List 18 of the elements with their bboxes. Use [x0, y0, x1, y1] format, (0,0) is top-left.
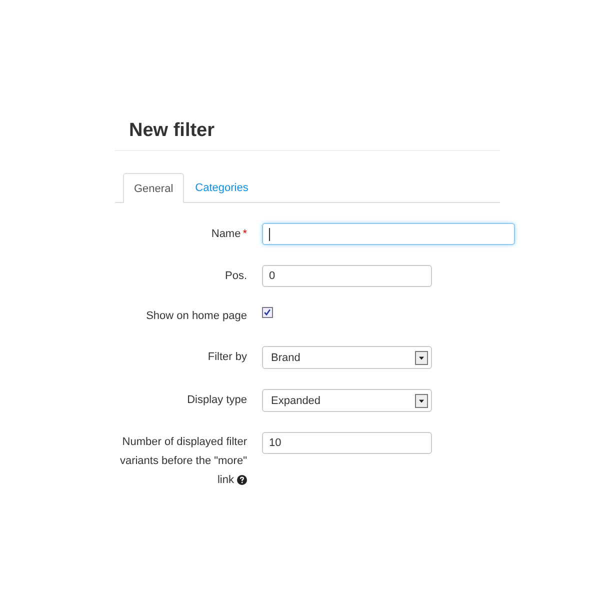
- tab[interactable]: Categories: [184, 173, 260, 202]
- text-field[interactable]: 10: [262, 432, 432, 454]
- text-field[interactable]: 0: [262, 265, 432, 287]
- field-label: Show on home page: [145, 309, 247, 324]
- page-title: New filter: [129, 119, 216, 143]
- dropdown[interactable]: Expanded: [262, 389, 432, 412]
- field-label: Display type: [186, 393, 247, 408]
- dropdown[interactable]: Brand: [262, 346, 432, 369]
- help-icon[interactable]: [237, 475, 247, 486]
- field-label: Pos.: [224, 268, 247, 284]
- caret-icon: [415, 350, 428, 364]
- tab[interactable]: General: [123, 173, 184, 203]
- field-label: Filter by: [206, 350, 247, 365]
- field-label: Name *: [210, 226, 247, 242]
- checkbox[interactable]: [262, 307, 273, 318]
- caret-icon: [415, 394, 428, 408]
- text-field[interactable]: [262, 223, 515, 245]
- field-label: Number of displayed filter variants before the "more" link: [118, 435, 247, 488]
